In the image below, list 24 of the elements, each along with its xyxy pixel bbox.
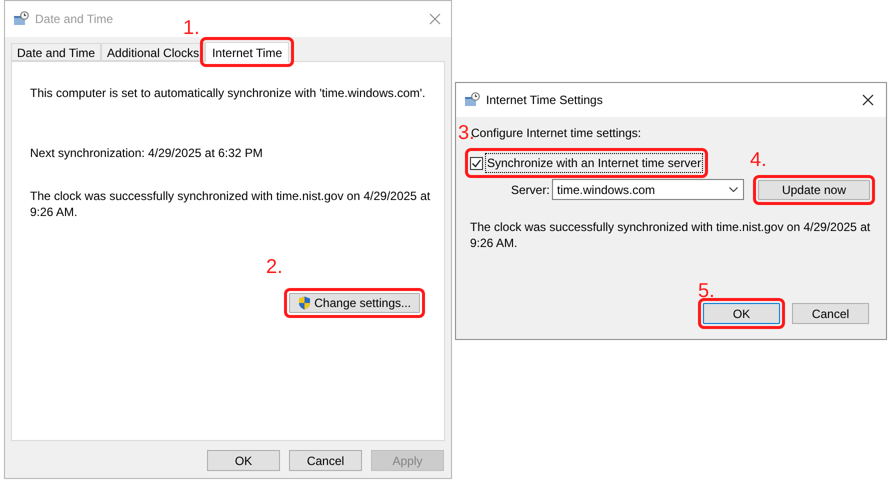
next-sync-text: Next synchronization: 4/29/2025 at 6:32 PM xyxy=(30,145,264,162)
section-heading: Configure Internet time settings: xyxy=(471,126,642,142)
status-message: The clock was successfully synchronized with time.nist.gov on 4/29/2025 at 9:26 AM. xyxy=(30,188,432,220)
calendar-clock-icon xyxy=(464,92,480,108)
window-title: Internet Time Settings xyxy=(486,92,603,109)
step-number: 2. xyxy=(266,257,283,277)
shield-icon xyxy=(298,296,312,310)
chevron-down-icon xyxy=(729,187,738,192)
status-message: The clock was successfully synchronized with time.nist.gov on 4/29/2025 at 9:26 AM. xyxy=(470,219,872,251)
dialog-button[interactable]: OK xyxy=(207,450,280,471)
check-icon xyxy=(471,158,482,168)
server-label: Server: xyxy=(511,182,551,198)
step-number: 1. xyxy=(183,18,200,38)
calendar-clock-icon xyxy=(13,11,29,27)
window-title: Date and Time xyxy=(35,11,114,28)
server-dropdown[interactable]: time.windows.com xyxy=(552,179,744,200)
dialog-button[interactable]: Cancel xyxy=(792,303,869,324)
close-icon[interactable] xyxy=(862,94,874,106)
dialog-button[interactable]: Cancel xyxy=(289,450,362,471)
tab[interactable]: Date and Time xyxy=(11,43,102,61)
tab[interactable]: Additional Clocks xyxy=(101,43,206,61)
step-number: 5. xyxy=(698,281,715,301)
step-number: 4. xyxy=(750,150,767,170)
sync-message: This computer is set to automatically synchronize with 'time.windows.com'. xyxy=(30,85,426,102)
